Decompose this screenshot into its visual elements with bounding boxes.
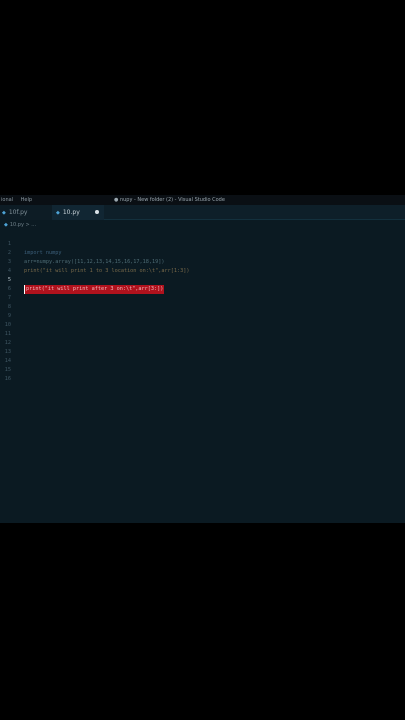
- code-line-active[interactable]: 5 print("it will print after 3 on:\t",ar…: [0, 267, 405, 294]
- menu-bar: ional Help: [1, 197, 38, 203]
- code-line[interactable]: 8: [0, 294, 405, 310]
- menu-item-help[interactable]: Help: [21, 197, 32, 203]
- code-line[interactable]: 13: [0, 339, 405, 355]
- code-line[interactable]: 10: [0, 312, 405, 328]
- breadcrumb[interactable]: ◆ 10.py > ...: [4, 222, 36, 228]
- line-number: 16: [4, 376, 11, 382]
- menu-item-terminal[interactable]: ional: [1, 197, 13, 203]
- code-line[interactable]: 6: [0, 276, 405, 292]
- code-line[interactable]: 9: [0, 303, 405, 319]
- python-file-icon: ◆: [2, 209, 6, 216]
- python-file-icon: ◆: [4, 222, 8, 228]
- code-line[interactable]: 2 arr=numpy.array([11,12,13,14,15,16,17,…: [0, 240, 405, 265]
- code-line[interactable]: 11: [0, 321, 405, 337]
- unsaved-dot-icon[interactable]: [95, 210, 99, 214]
- code-line[interactable]: 15: [0, 357, 405, 373]
- code-line[interactable]: 4: [0, 258, 405, 274]
- code-line[interactable]: 1 import numpy: [0, 231, 405, 256]
- title-bar: ional Help ● nupy - New folder (2) - Vis…: [0, 195, 405, 205]
- vscode-window: ional Help ● nupy - New folder (2) - Vis…: [0, 195, 405, 523]
- code-line[interactable]: 16: [0, 366, 405, 382]
- code-line[interactable]: 12: [0, 330, 405, 346]
- tab-bar: ◆ 10f.py ◆ 10.py: [0, 205, 405, 220]
- tab-10-py[interactable]: ◆ 10.py: [52, 205, 104, 220]
- breadcrumb-path: 10.py > ...: [9, 222, 37, 228]
- tab-10f-py[interactable]: ◆ 10f.py: [0, 205, 52, 220]
- code-line[interactable]: 7: [0, 285, 405, 301]
- code-line[interactable]: 3 print("it will print 1 to 3 location o…: [0, 249, 405, 274]
- window-title: ● nupy - New folder (2) - Visual Studio …: [114, 197, 225, 203]
- tab-label: 10f.py: [8, 209, 28, 216]
- tab-label: 10.py: [62, 209, 80, 216]
- python-file-icon: ◆: [56, 209, 60, 216]
- code-editor[interactable]: 1 import numpy 2 arr=numpy.array([11,12,…: [0, 231, 405, 523]
- code-line[interactable]: 14: [0, 348, 405, 364]
